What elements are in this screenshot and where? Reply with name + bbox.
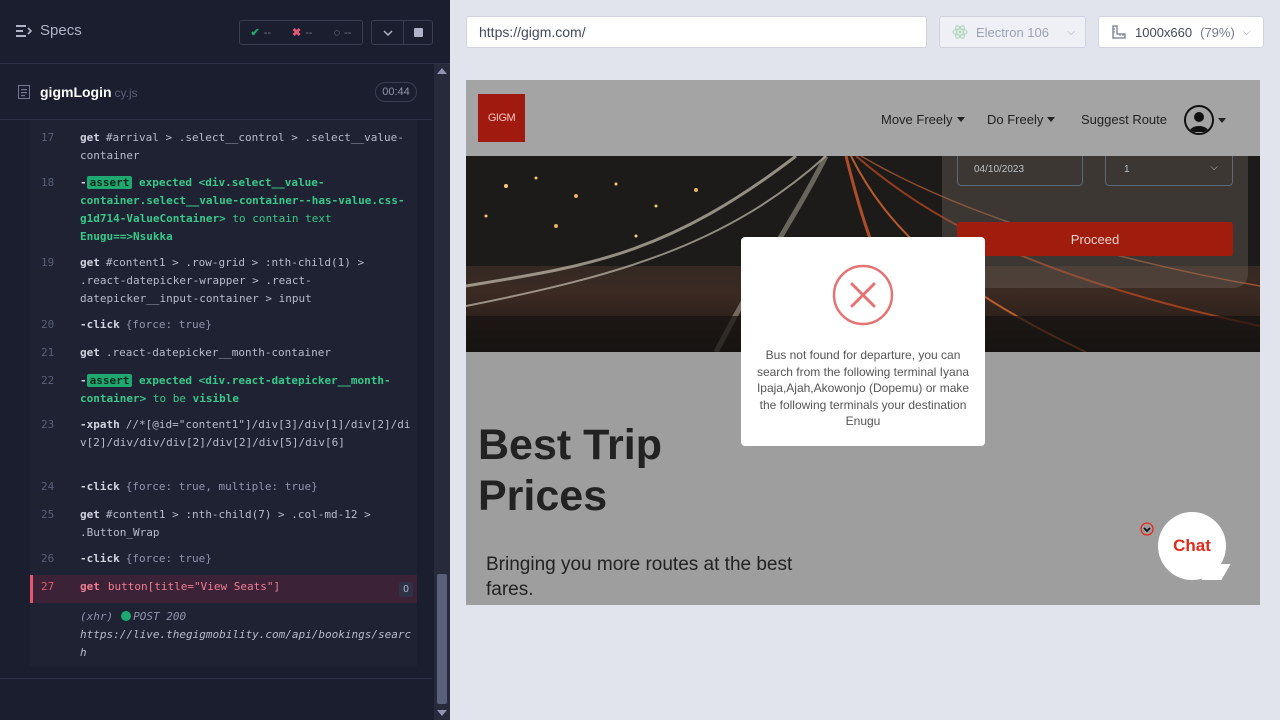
xhr-log-entry[interactable]: (xhr) POST 200 https://live.thegigmobilit… — [80, 608, 415, 662]
stop-button[interactable] — [403, 20, 433, 45]
stop-icon — [413, 28, 423, 37]
site-navbar: GIGM Move Freely Do Freely Suggest Route — [466, 80, 1260, 156]
caret-down-icon — [956, 117, 965, 122]
browser-selector[interactable]: Electron 106 ⌵ — [939, 16, 1086, 48]
command-list: 17 get #arrival > .select__control > .sel… — [30, 120, 417, 666]
command-row[interactable]: 19 get #content1 > .row-grid > :nth-child… — [30, 254, 417, 308]
chevron-down-icon: ⌵ — [1067, 26, 1075, 38]
spec-file-header: gigmLogin cy.js 00:44 — [0, 65, 432, 120]
caret-down-icon[interactable] — [1218, 118, 1226, 123]
command-log-panel: Specs ✔ -- ✖ -- ◌ -- gigmLogin cy.js 00:44 1… — [0, 0, 450, 720]
gigm-logo[interactable]: GIGM — [478, 94, 525, 142]
error-modal: Bus not found for departure, you can sea… — [741, 237, 985, 446]
status-dot-icon — [121, 611, 132, 621]
spinner-icon: ◌ — [333, 26, 341, 39]
proceed-button[interactable]: Proceed — [957, 222, 1233, 256]
command-row[interactable]: 26 -click {force: true} — [30, 550, 417, 568]
booking-form-card: 04/10/2023 1 ⌵ Proceed — [942, 156, 1248, 288]
specs-button[interactable]: Specs — [16, 22, 82, 39]
check-icon: ✔ — [250, 27, 260, 39]
hero-title: Best Trip Prices — [478, 421, 662, 520]
active-command-row[interactable]: 27 get button[title="View Seats"] 0 — [30, 575, 417, 603]
test-stats: ✔ -- ✖ -- ◌ -- — [239, 20, 363, 45]
viewport-selector[interactable]: 1000x660 (79%) ⌵ — [1098, 16, 1264, 48]
chevron-down-icon — [382, 29, 393, 36]
chevron-down-icon: ⌵ — [1210, 162, 1218, 173]
passenger-count-select[interactable]: 1 ⌵ — [1105, 156, 1233, 186]
chevron-down-icon: ⌵ — [1242, 26, 1251, 38]
app-under-test-frame: GIGM Move Freely Do Freely Suggest Route — [466, 80, 1260, 605]
runner-topbar: Specs ✔ -- ✖ -- ◌ -- — [0, 0, 450, 64]
divider — [0, 678, 432, 679]
caret-down-icon — [1047, 117, 1056, 122]
element-count-badge: 0 — [399, 582, 413, 597]
spec-file-name: gigmLogin cy.js — [40, 84, 138, 100]
pending-stat: ◌ -- — [333, 26, 352, 39]
nav-suggest-route[interactable]: Suggest Route — [1081, 112, 1167, 127]
specs-label: Specs — [40, 22, 82, 39]
chat-button[interactable]: Chat — [1158, 512, 1226, 580]
command-row[interactable]: 24 -click {force: true, multiple: true} — [30, 478, 417, 496]
error-message: Bus not found for departure, you can sea… — [756, 348, 970, 428]
departure-date-input[interactable]: 04/10/2023 — [957, 156, 1083, 186]
user-avatar-icon[interactable] — [1184, 105, 1214, 135]
command-row[interactable]: 25 get #content1 > :nth-child(7) > .col-m… — [30, 506, 417, 542]
assert-badge: assert — [86, 176, 133, 189]
expand-button[interactable] — [371, 20, 404, 45]
specs-menu-icon — [16, 24, 32, 37]
assert-row[interactable]: 22 - assert expected <div.react-datepicke… — [30, 372, 417, 408]
file-icon — [18, 85, 30, 99]
nav-move-freely[interactable]: Move Freely — [881, 112, 965, 127]
command-row[interactable]: 20 -click {force: true} — [30, 316, 417, 334]
x-icon: ✖ — [292, 27, 302, 39]
scroll-up-icon[interactable] — [437, 68, 447, 74]
chat-minimize-icon[interactable] — [1140, 522, 1154, 536]
url-field[interactable]: https://gigm.com/ — [466, 16, 927, 48]
spec-duration: 00:44 — [375, 82, 417, 102]
error-x-icon — [832, 264, 894, 326]
passed-stat: ✔ -- — [250, 26, 272, 40]
aut-panel: https://gigm.com/ Electron 106 ⌵ 1000x66… — [450, 0, 1280, 720]
ruler-icon — [1112, 25, 1126, 39]
assert-row[interactable]: 18 - assert expected <div.select__value-c… — [30, 174, 417, 246]
scroll-thumb[interactable] — [437, 574, 447, 704]
command-row[interactable]: 23 -xpath//*[@id="content1"]/div[3]/div[… — [30, 416, 417, 470]
scroll-down-icon[interactable] — [437, 710, 447, 716]
assert-badge: assert — [86, 374, 133, 387]
command-log-scrollbar[interactable] — [434, 64, 450, 720]
command-row[interactable]: 21 get .react-datepicker__month-container — [30, 344, 417, 362]
failed-stat: ✖ -- — [292, 26, 313, 40]
nav-do-freely[interactable]: Do Freely — [987, 112, 1056, 127]
electron-icon — [952, 25, 968, 39]
hero-subtitle: Bringing you more routes at the best far… — [486, 554, 793, 600]
command-row[interactable]: 17 get #arrival > .select__control > .sel… — [30, 129, 417, 165]
